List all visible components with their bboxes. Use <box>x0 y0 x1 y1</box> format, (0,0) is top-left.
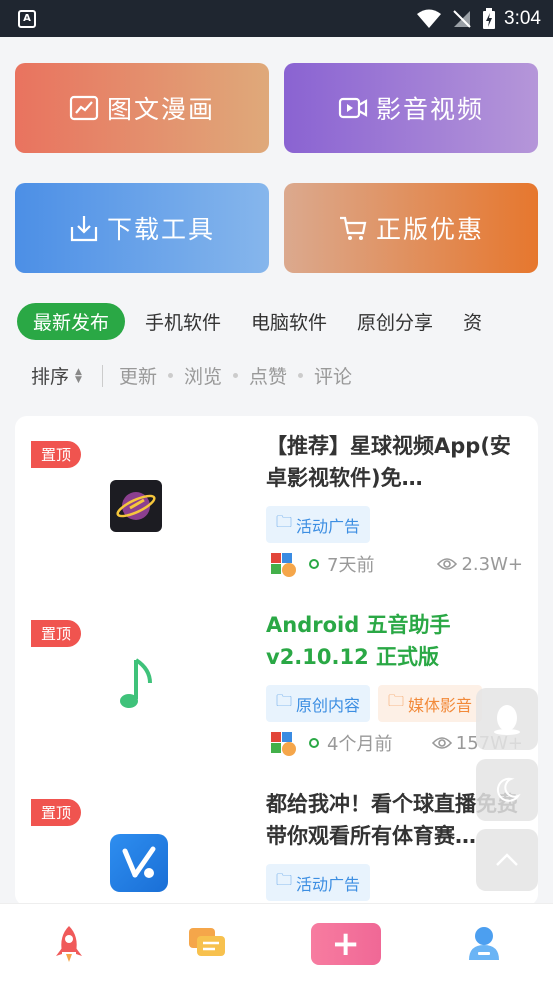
status-bar: A 3:04 <box>0 0 553 37</box>
nav-home[interactable] <box>34 919 104 969</box>
tile-comics[interactable]: 图文漫画 <box>15 63 269 153</box>
no-signal-icon <box>453 9 471 28</box>
view-count-value: 2.3W+ <box>461 553 523 575</box>
folder-icon: 🗀 <box>276 691 293 710</box>
bottom-nav: + <box>0 903 553 983</box>
back-to-top-button[interactable] <box>476 829 538 891</box>
separator-dot <box>167 373 173 378</box>
tile-deals[interactable]: 正版优惠 <box>284 183 538 273</box>
nav-publish[interactable]: + <box>310 919 381 969</box>
online-indicator <box>309 738 319 748</box>
tile-download-tools[interactable]: 下载工具 <box>15 183 269 273</box>
tile-label: 影音视频 <box>375 95 484 124</box>
sports-app-icon <box>122 846 156 878</box>
tile-label: 图文漫画 <box>106 95 215 124</box>
sort-button[interactable]: 排序 <box>31 362 69 389</box>
planet-icon <box>116 492 156 520</box>
folder-icon: 🗀 <box>276 870 293 889</box>
app-thumbnail <box>110 658 162 711</box>
post-time: 4个月前 <box>327 734 393 755</box>
folder-icon: 🗀 <box>276 512 293 531</box>
nav-messages[interactable] <box>172 919 242 969</box>
category-tabs: 最新发布 手机软件 电脑软件 原创分享 资 <box>17 302 553 340</box>
separator-dot <box>297 373 303 378</box>
author-avatar-icon <box>271 553 296 577</box>
tag[interactable]: 🗀 活动广告 <box>266 506 371 543</box>
battery-charging-icon <box>483 7 496 29</box>
user-icon <box>468 926 499 960</box>
wifi-icon <box>417 9 442 28</box>
video-icon <box>338 97 368 119</box>
chart-frame-icon <box>69 95 99 121</box>
music-note-icon <box>120 658 152 708</box>
tag-list: 🗀 原创内容 🗀 媒体影音 <box>266 685 483 722</box>
online-indicator <box>309 559 319 569</box>
qq-share-button[interactable] <box>476 688 538 750</box>
pinned-badge: 置顶 <box>31 441 82 468</box>
list-item[interactable]: 置顶 都给我冲！看个球直播免费带你观看所有体育赛… 🗀 活动广告 <box>15 774 538 906</box>
tab-pc-software[interactable]: 电脑软件 <box>251 308 327 335</box>
sort-option-comments[interactable]: 评论 <box>314 362 352 389</box>
tile-label: 正版优惠 <box>375 215 484 244</box>
tag-label: 活动广告 <box>296 874 361 894</box>
night-mode-button[interactable] <box>476 759 538 821</box>
app-thumbnail <box>110 480 162 532</box>
cart-icon <box>339 216 367 240</box>
post-title[interactable]: Android 五音助手 v2.10.12 正式版 <box>266 609 521 673</box>
tag-list: 🗀 活动广告 <box>266 506 371 543</box>
app-thumbnail <box>110 834 168 892</box>
nav-profile[interactable] <box>449 919 519 969</box>
sort-option-likes[interactable]: 点赞 <box>249 362 287 389</box>
sort-toggle-icon: ▲ ▼ <box>75 366 82 385</box>
qq-penguin-icon <box>494 705 520 735</box>
tag[interactable]: 🗀 活动广告 <box>266 864 371 901</box>
download-icon <box>70 216 98 242</box>
eye-icon <box>431 737 452 749</box>
clock: 3:04 <box>504 7 541 29</box>
post-list: 置顶 【推荐】星球视频App(安卓影视软件)免… 🗀 活动广告 7天前 2.3W+… <box>15 416 538 906</box>
app-notification-icon: A <box>18 9 36 28</box>
tag-list: 🗀 活动广告 <box>266 864 371 901</box>
divider <box>101 364 103 387</box>
tab-latest[interactable]: 最新发布 <box>17 302 126 340</box>
pinned-badge: 置顶 <box>31 799 82 826</box>
sort-bar: 排序 ▲ ▼ 更新 浏览 点赞 评论 <box>31 362 352 389</box>
list-item[interactable]: 置顶 Android 五音助手 v2.10.12 正式版 🗀 原创内容 🗀 媒体影音… <box>15 595 538 773</box>
eye-icon <box>437 558 458 570</box>
tile-label: 下载工具 <box>106 215 215 244</box>
tag-label: 原创内容 <box>296 695 361 715</box>
tile-video[interactable]: 影音视频 <box>284 63 538 153</box>
author-avatar-icon <box>271 732 296 756</box>
list-item[interactable]: 置顶 【推荐】星球视频App(安卓影视软件)免… 🗀 活动广告 7天前 2.3W+ <box>15 416 538 594</box>
sort-option-update[interactable]: 更新 <box>119 362 157 389</box>
post-meta: 7天前 2.3W+ <box>271 551 523 577</box>
chevron-up-icon <box>496 853 518 866</box>
rocket-icon <box>56 925 83 962</box>
tab-original-share[interactable]: 原创分享 <box>357 308 433 335</box>
shortcut-grid: 图文漫画 影音视频 下载工具 正版优惠 <box>15 63 539 273</box>
sort-option-views[interactable]: 浏览 <box>184 362 222 389</box>
folder-icon: 🗀 <box>388 691 405 710</box>
pinned-badge: 置顶 <box>31 620 82 647</box>
tag-label: 媒体影音 <box>408 695 473 715</box>
chat-bubbles-icon <box>189 927 226 956</box>
view-count: 2.3W+ <box>437 554 523 575</box>
tag[interactable]: 🗀 媒体影音 <box>378 685 483 722</box>
tag[interactable]: 🗀 原创内容 <box>266 685 371 722</box>
post-time: 7天前 <box>327 555 375 576</box>
plus-icon: + <box>310 922 381 965</box>
tag-label: 活动广告 <box>296 516 361 536</box>
tab-resources[interactable]: 资 <box>463 308 482 335</box>
separator-dot <box>232 373 238 378</box>
tab-mobile-software[interactable]: 手机软件 <box>145 308 221 335</box>
post-title[interactable]: 【推荐】星球视频App(安卓影视软件)免… <box>266 430 521 494</box>
moon-icon <box>496 777 521 802</box>
